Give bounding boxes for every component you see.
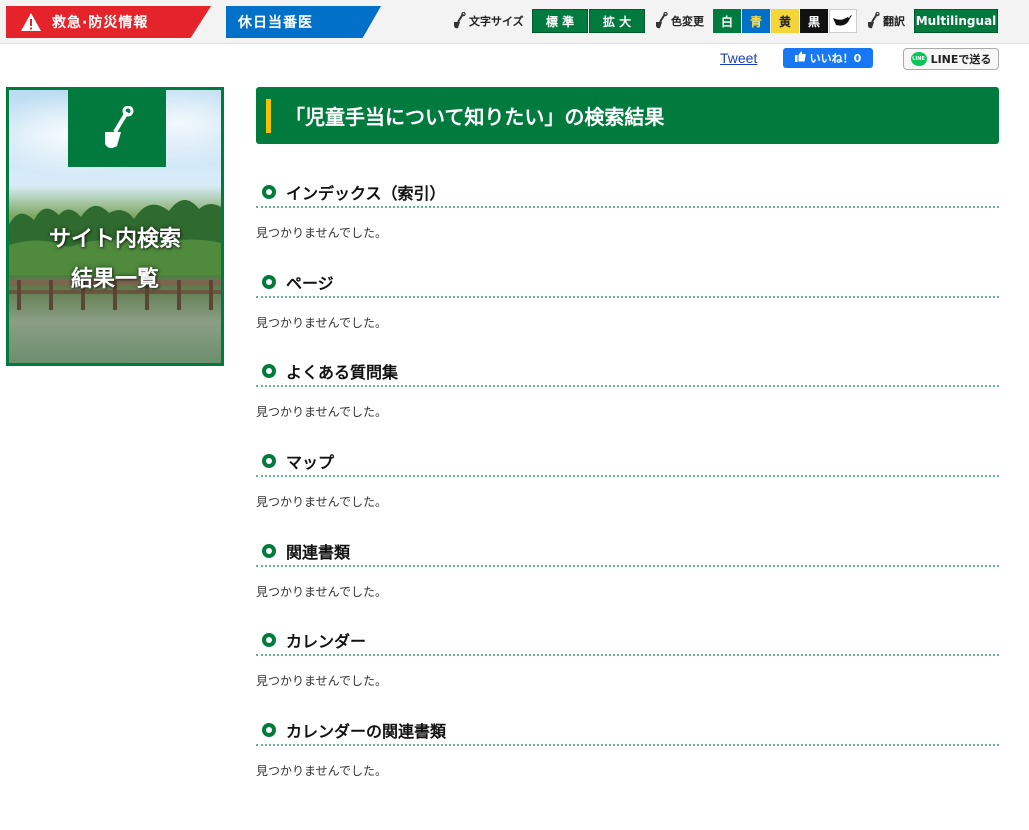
shovel-icon [654, 11, 668, 30]
font-size-large-button[interactable]: 拡 大 [589, 9, 645, 33]
shovel-icon [452, 11, 466, 30]
color-blue-button[interactable]: 青 [742, 9, 770, 33]
bullet-icon [262, 723, 276, 737]
result-section-index: インデックス（索引） 見つかりませんでした。 [256, 178, 999, 241]
page-title: 「児童手当について知りたい」の検索結果 [256, 87, 999, 144]
multilingual-button[interactable]: Multilingual [914, 9, 998, 33]
warning-icon [20, 12, 42, 32]
bird-icon [829, 9, 857, 33]
section-result: 見つかりませんでした。 [256, 226, 388, 240]
section-heading: 関連書類 [286, 543, 351, 562]
section-heading: カレンダーの関連書類 [286, 722, 447, 741]
bullet-icon [262, 275, 276, 289]
page-title-text: 「児童手当について知りたい」の検索結果 [285, 105, 665, 129]
line-share-label: LINEで送る [930, 53, 992, 66]
result-section-pages: ページ 見つかりませんでした。 [256, 268, 999, 331]
emergency-info-label: 救急·防災情報 [52, 15, 149, 31]
facebook-like-icon [794, 51, 806, 65]
color-white-button[interactable]: 白 [713, 9, 741, 33]
translate-label: 翻訳 [866, 11, 905, 30]
section-heading: マップ [286, 453, 335, 472]
banner-title: サイト内検索 結果一覧 [48, 227, 181, 292]
search-results-banner: サイト内検索 結果一覧 [6, 87, 224, 366]
section-result: 見つかりませんでした。 [256, 316, 388, 330]
bullet-icon [262, 185, 276, 199]
color-yellow-button[interactable]: 黄 [771, 9, 799, 33]
font-size-label: 文字サイズ [452, 11, 524, 30]
color-change-label: 色変更 [654, 11, 704, 30]
shovel-icon [866, 11, 880, 30]
result-section-faq: よくある質問集 見つかりませんでした。 [256, 357, 999, 420]
bullet-icon [262, 544, 276, 558]
result-section-calendar-documents: カレンダーの関連書類 見つかりませんでした。 [256, 716, 999, 779]
result-section-calendar: カレンダー 見つかりませんでした。 [256, 626, 999, 689]
line-icon: LINE [910, 52, 927, 66]
result-section-map: マップ 見つかりませんでした。 [256, 447, 999, 510]
color-black-button[interactable]: 黒 [800, 9, 828, 33]
emergency-info-button[interactable]: 救急·防災情報 [6, 6, 211, 38]
section-result: 見つかりませんでした。 [256, 405, 388, 419]
section-result: 見つかりませんでした。 [256, 764, 388, 778]
top-utility-bar: 救急·防災情報 休日当番医 文字サイズ 標 準 拡 大 色変更 白 青 黄 黒 … [0, 0, 1029, 44]
bullet-icon [262, 364, 276, 378]
facebook-like-button[interactable]: いいね！0 [783, 48, 873, 68]
holiday-doctor-button[interactable]: 休日当番医 [226, 6, 381, 38]
bullet-icon [262, 454, 276, 468]
holiday-doctor-label: 休日当番医 [238, 15, 313, 31]
result-section-documents: 関連書類 見つかりませんでした。 [256, 537, 999, 600]
section-result: 見つかりませんでした。 [256, 585, 388, 599]
section-result: 見つかりませんでした。 [256, 674, 388, 688]
section-heading: カレンダー [286, 632, 367, 651]
line-share-button[interactable]: LINE LINEで送る [903, 48, 999, 70]
facebook-like-label: いいね！0 [809, 52, 862, 65]
tweet-link[interactable]: Tweet [720, 50, 757, 66]
bullet-icon [262, 633, 276, 647]
section-heading: よくある質問集 [286, 363, 399, 382]
font-size-standard-button[interactable]: 標 準 [532, 9, 588, 33]
section-heading: インデックス（索引） [286, 184, 446, 203]
section-result: 見つかりませんでした。 [256, 495, 388, 509]
section-heading: ページ [286, 274, 334, 293]
shovel-icon [68, 90, 166, 167]
title-accent-bar [266, 98, 271, 133]
